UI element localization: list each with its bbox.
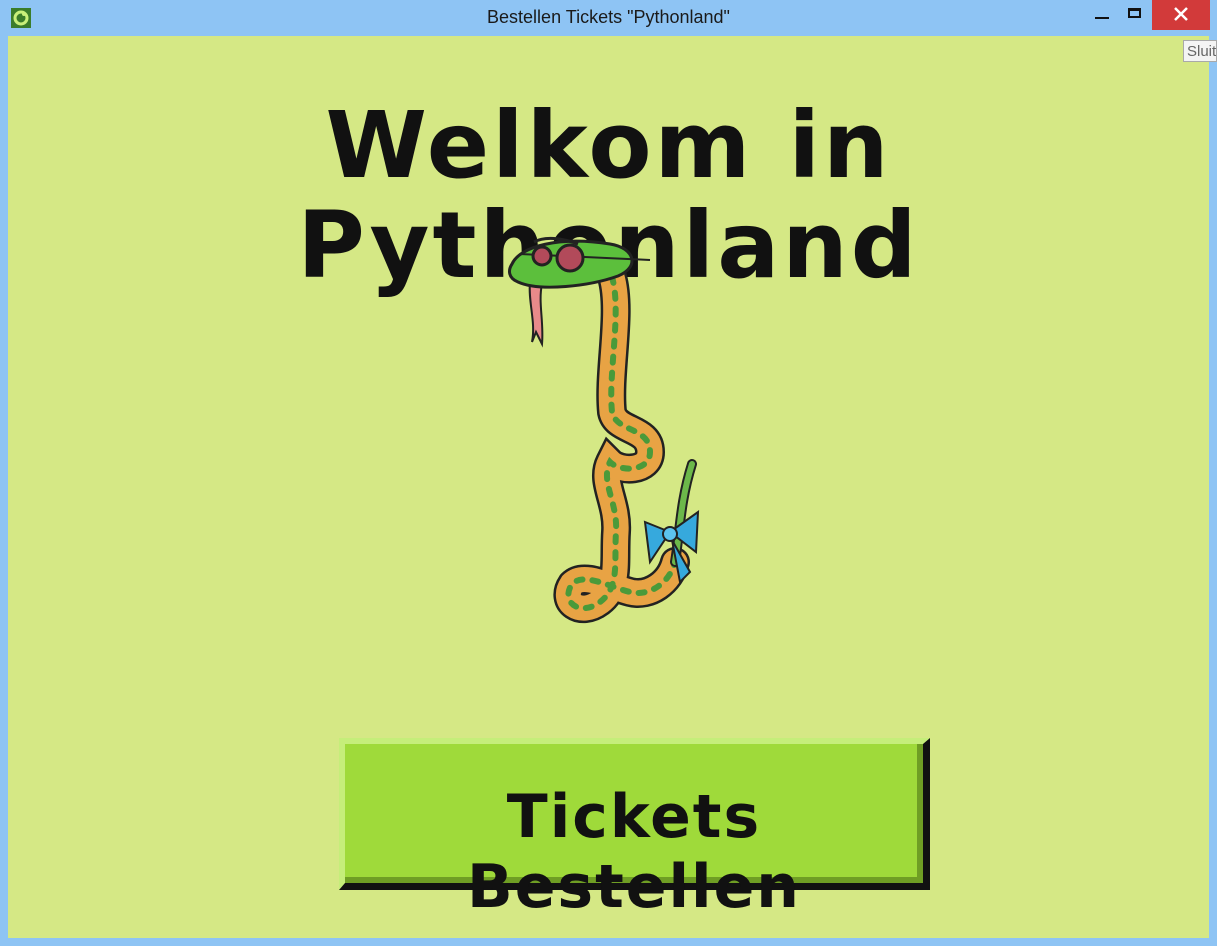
maximize-button[interactable] xyxy=(1120,0,1150,28)
order-tickets-button[interactable]: Tickets Bestellen xyxy=(339,738,930,922)
close-tooltip: Sluiten xyxy=(1183,40,1217,62)
close-icon xyxy=(1174,7,1188,21)
minimize-icon xyxy=(1095,17,1109,19)
snake-illustration xyxy=(508,236,700,623)
window-title: Bestellen Tickets "Pythonland" xyxy=(487,7,730,27)
close-button[interactable] xyxy=(1152,0,1210,30)
order-tickets-label: Tickets Bestellen xyxy=(466,782,802,922)
title-bar[interactable]: Bestellen Tickets "Pythonland" xyxy=(0,0,1217,36)
minimize-button[interactable] xyxy=(1086,0,1116,28)
maximize-icon xyxy=(1128,8,1141,18)
app-window: Bestellen Tickets "Pythonland" Sluiten W… xyxy=(0,0,1217,946)
